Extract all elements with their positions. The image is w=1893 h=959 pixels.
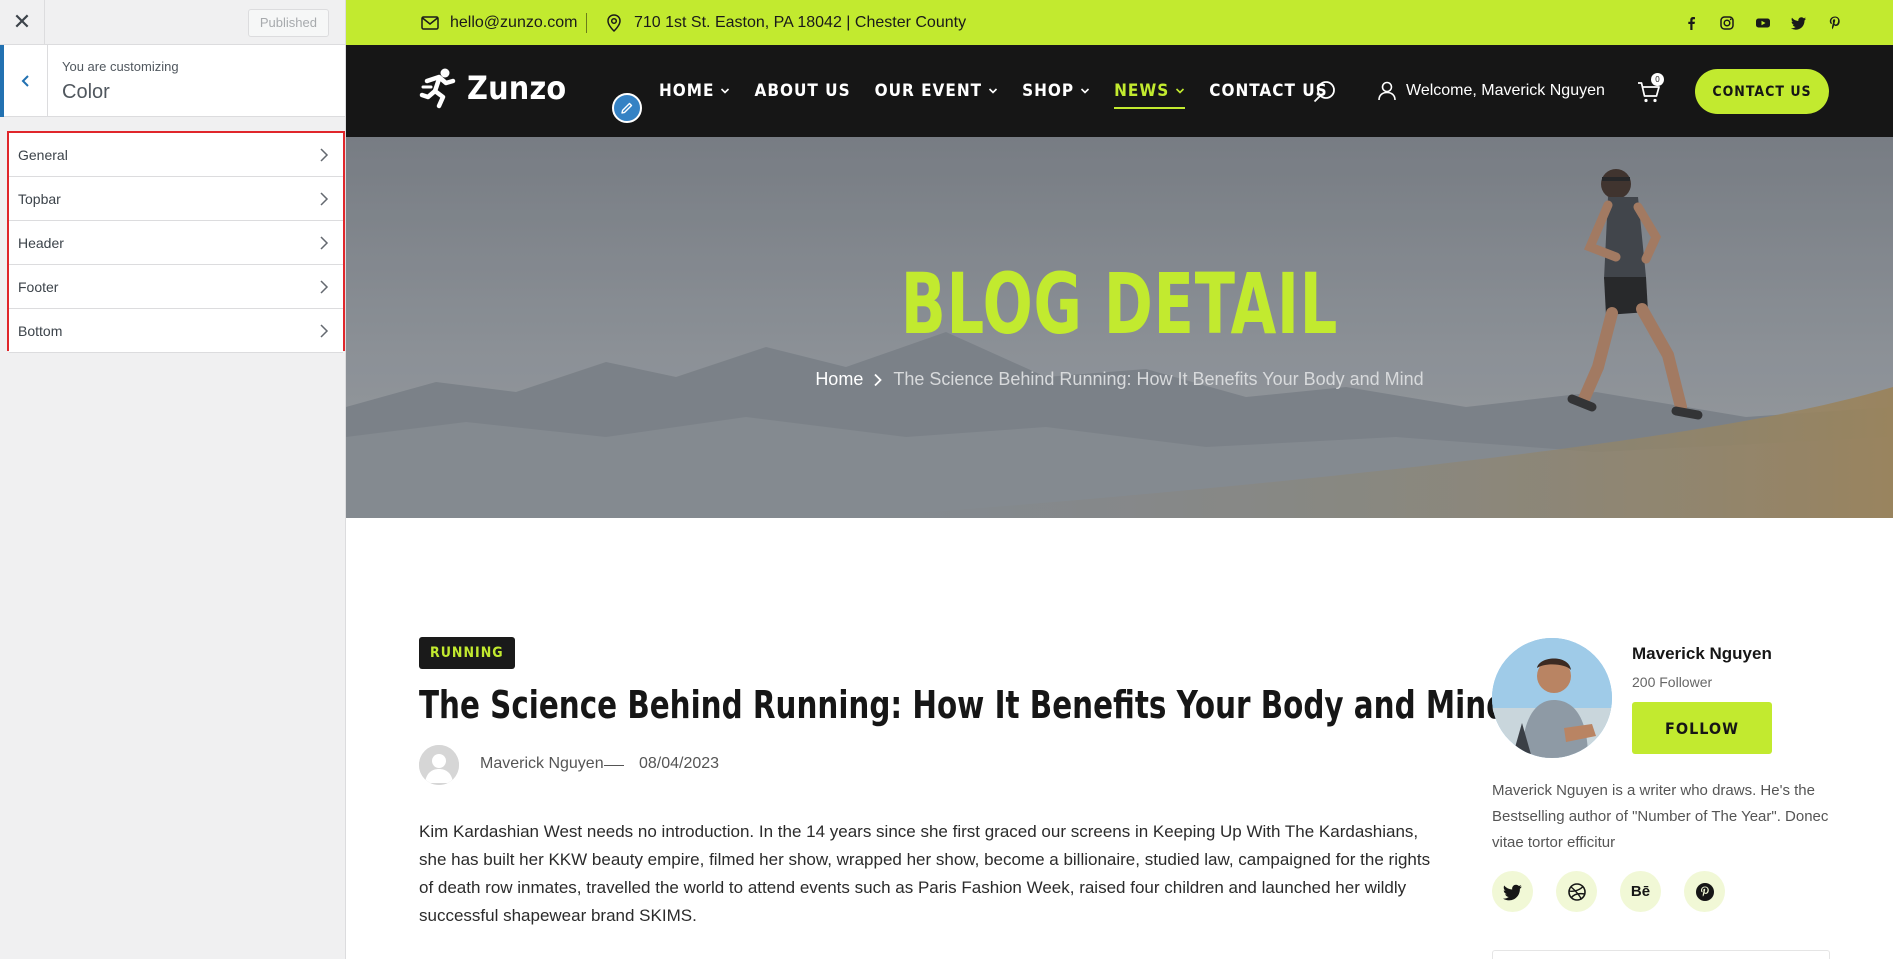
follow-button[interactable]: FOLLOW — [1632, 702, 1772, 754]
menu-item-our-event[interactable]: OUR EVENT — [875, 81, 999, 101]
dribbble-icon — [1567, 882, 1586, 901]
category-tag[interactable]: RUNNING — [419, 637, 515, 669]
topbar-socials — [1683, 0, 1843, 45]
chevron-down-icon — [721, 88, 730, 94]
topbar: hello@zunzo.com 710 1st St. Easton, PA 1… — [346, 0, 1893, 45]
chevron-down-icon — [1176, 88, 1185, 94]
site-logo[interactable]: Zunzo — [419, 67, 566, 109]
chevron-down-icon — [1081, 88, 1090, 94]
behance-icon: Bē — [1630, 883, 1651, 900]
menu-item-home[interactable]: HOME — [659, 81, 730, 101]
section-item-label: Header — [18, 234, 64, 251]
menu-item-contact-us[interactable]: CONTACT US — [1209, 81, 1327, 101]
author-socials: Bē — [1492, 871, 1725, 912]
back-button[interactable] — [0, 45, 48, 117]
welcome-text: Welcome, Maverick Nguyen — [1406, 82, 1605, 99]
section-item-header[interactable]: Header — [9, 221, 343, 265]
user-account-link[interactable]: Welcome, Maverick Nguyen — [1376, 45, 1605, 137]
customizer-section-header: You are customizing Color — [0, 45, 345, 117]
pencil-icon — [621, 102, 633, 114]
section-title: Color — [62, 81, 110, 103]
user-icon — [1378, 81, 1396, 101]
post-title: The Science Behind Running: How It Benef… — [419, 683, 1508, 727]
edit-shortcut-pencil-icon[interactable] — [612, 93, 642, 123]
twitter-icon — [1502, 884, 1522, 900]
twitter-icon[interactable] — [1791, 15, 1807, 31]
chevron-right-icon — [874, 373, 883, 386]
menu-item-label: ABOUT US — [754, 81, 851, 101]
main-header: Zunzo HOME ABOUT US OUR EVENT SHOP NEWS — [346, 45, 1893, 137]
hero-title: BLOG DETAIL — [900, 255, 1339, 353]
section-item-label: Topbar — [18, 190, 61, 207]
section-item-topbar[interactable]: Topbar — [9, 177, 343, 221]
customizer-top-bar: ✕ Published — [0, 0, 345, 45]
site-preview: hello@zunzo.com 710 1st St. Easton, PA 1… — [346, 0, 1893, 959]
meta-divider — [604, 765, 624, 766]
section-item-general[interactable]: General — [9, 133, 343, 177]
runner-logo-icon — [419, 68, 456, 109]
instagram-icon[interactable] — [1719, 15, 1735, 31]
section-item-label: Footer — [18, 278, 59, 295]
customizer-sidebar: ✕ Published You are customizing Color Ge… — [0, 0, 346, 959]
menu-item-label: HOME — [659, 81, 715, 101]
pinterest-icon[interactable] — [1827, 15, 1843, 31]
author-behance-link[interactable]: Bē — [1620, 871, 1661, 912]
main-menu: HOME ABOUT US OUR EVENT SHOP NEWS CONTAC… — [659, 45, 1328, 137]
topbar-email[interactable]: hello@zunzo.com — [420, 0, 577, 45]
author-dribbble-link[interactable] — [1556, 871, 1597, 912]
author-photo — [1492, 638, 1612, 758]
breadcrumb-current: The Science Behind Running: How It Benef… — [893, 369, 1424, 389]
mail-icon — [421, 15, 439, 30]
chevron-right-icon — [320, 147, 329, 162]
breadcrumb-home-link[interactable]: Home — [815, 369, 863, 390]
section-item-bottom[interactable]: Bottom — [9, 309, 343, 353]
menu-item-label: NEWS — [1114, 81, 1170, 101]
published-button[interactable]: Published — [247, 9, 329, 37]
menu-item-news[interactable]: NEWS — [1114, 81, 1186, 109]
logo-text: Zunzo — [467, 69, 567, 107]
chevron-down-icon — [989, 88, 998, 94]
menu-item-about-us[interactable]: ABOUT US — [754, 81, 850, 101]
breadcrumb: Home The Science Behind Running: How It … — [346, 369, 1893, 390]
chevron-right-icon — [320, 323, 329, 338]
location-pin-icon — [607, 13, 621, 32]
email-text: hello@zunzo.com — [450, 13, 578, 31]
chevron-left-icon — [21, 75, 29, 87]
post-body-paragraph: Kim Kardashian West needs no introductio… — [419, 822, 1431, 925]
author-bio: Maverick Nguyen is a writer who draws. H… — [1492, 782, 1829, 851]
address-text: 710 1st St. Easton, PA 18042 | Chester C… — [634, 13, 967, 31]
author-avatar — [419, 745, 459, 785]
section-item-footer[interactable]: Footer — [9, 265, 343, 309]
section-item-label: Bottom — [18, 322, 63, 339]
chevron-right-icon — [320, 235, 329, 250]
menu-item-shop[interactable]: SHOP — [1022, 81, 1090, 101]
topbar-address: 710 1st St. Easton, PA 18042 | Chester C… — [604, 0, 966, 45]
pinterest-icon — [1695, 882, 1714, 901]
chevron-right-icon — [320, 191, 329, 206]
section-item-label: General — [18, 146, 68, 163]
topbar-divider — [586, 13, 587, 33]
post-author-link[interactable]: Maverick Nguyen — [480, 755, 604, 773]
default-avatar-icon — [419, 745, 459, 785]
chevron-right-icon — [320, 279, 329, 294]
menu-item-label: OUR EVENT — [874, 81, 983, 101]
close-icon[interactable]: ✕ — [0, 0, 45, 45]
post-date: 08/04/2023 — [639, 755, 720, 772]
author-widget-name: Maverick Nguyen — [1632, 644, 1772, 663]
color-section-list: General Topbar Header Footer Bottom — [7, 131, 345, 353]
menu-item-label: CONTACT US — [1209, 81, 1328, 101]
youtube-icon[interactable] — [1755, 15, 1771, 31]
author-twitter-link[interactable] — [1492, 871, 1533, 912]
author-follower-count: 200 Follower — [1632, 674, 1713, 690]
menu-item-label: SHOP — [1022, 81, 1075, 101]
customizing-label: You are customizing — [62, 59, 179, 74]
widget-card-edge — [1492, 950, 1830, 959]
hero-banner: BLOG DETAIL Home The Science Behind Runn… — [346, 137, 1893, 518]
author-pinterest-link[interactable] — [1684, 871, 1725, 912]
author-widget-avatar — [1492, 638, 1612, 758]
contact-us-button[interactable]: CONTACT US — [1695, 69, 1829, 114]
cart-count-badge: 0 — [1651, 73, 1664, 86]
search-icon[interactable] — [1312, 79, 1338, 105]
facebook-icon[interactable] — [1683, 15, 1699, 31]
